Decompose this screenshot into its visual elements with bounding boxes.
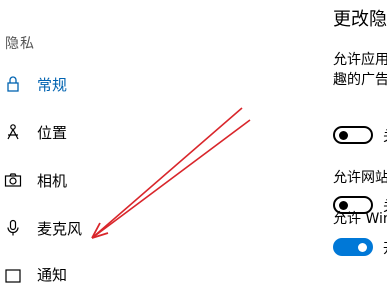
setting-text-line: 趣的广告: [333, 72, 387, 88]
lock-icon: [7, 76, 19, 92]
settings-panel: 更改隐 允许应用 趣的广告 关 允许网站 关 允许 Win 开: [320, 0, 387, 277]
sidebar-item-notifications[interactable]: 通知: [0, 254, 200, 294]
setting-text-line: 允许应用: [333, 52, 387, 68]
setting-text-line: 允许网站: [333, 170, 387, 186]
sidebar-item-label: 麦克风: [37, 219, 83, 238]
sidebar-item-label: 常规: [37, 75, 68, 94]
setting-text-line: 允许 Win: [333, 211, 387, 227]
windows-tracking-toggle[interactable]: [333, 238, 373, 256]
toggle-knob: [339, 131, 348, 140]
section-heading-privacy: 隐私: [5, 36, 35, 52]
advertising-id-toggle[interactable]: [333, 126, 373, 144]
sidebar-item-label: 位置: [37, 123, 68, 142]
camera-icon: [4, 173, 22, 187]
settings-sidebar: 隐私 常规 位置 相机 麦克风 通知: [0, 0, 290, 284]
sidebar-item-microphone[interactable]: 麦克风: [0, 208, 200, 248]
sidebar-item-location[interactable]: 位置: [0, 112, 200, 152]
toggle-state-label: 开: [383, 238, 387, 258]
page-title: 更改隐: [333, 9, 387, 30]
toggle-knob: [358, 243, 367, 252]
sidebar-item-label: 相机: [37, 171, 68, 190]
location-icon: [7, 124, 19, 140]
sidebar-item-general[interactable]: 常规: [0, 64, 200, 104]
sidebar-item-label: 通知: [37, 265, 68, 284]
notification-icon: [5, 269, 21, 283]
sidebar-item-camera[interactable]: 相机: [0, 160, 200, 200]
setting-advertising-text: 允许应用 趣的广告: [333, 50, 387, 90]
toggle-state-label: 关: [383, 126, 387, 146]
setting-windows-text: 允许 Win: [333, 209, 387, 229]
microphone-icon: [7, 219, 19, 236]
setting-website-text: 允许网站: [333, 168, 387, 188]
